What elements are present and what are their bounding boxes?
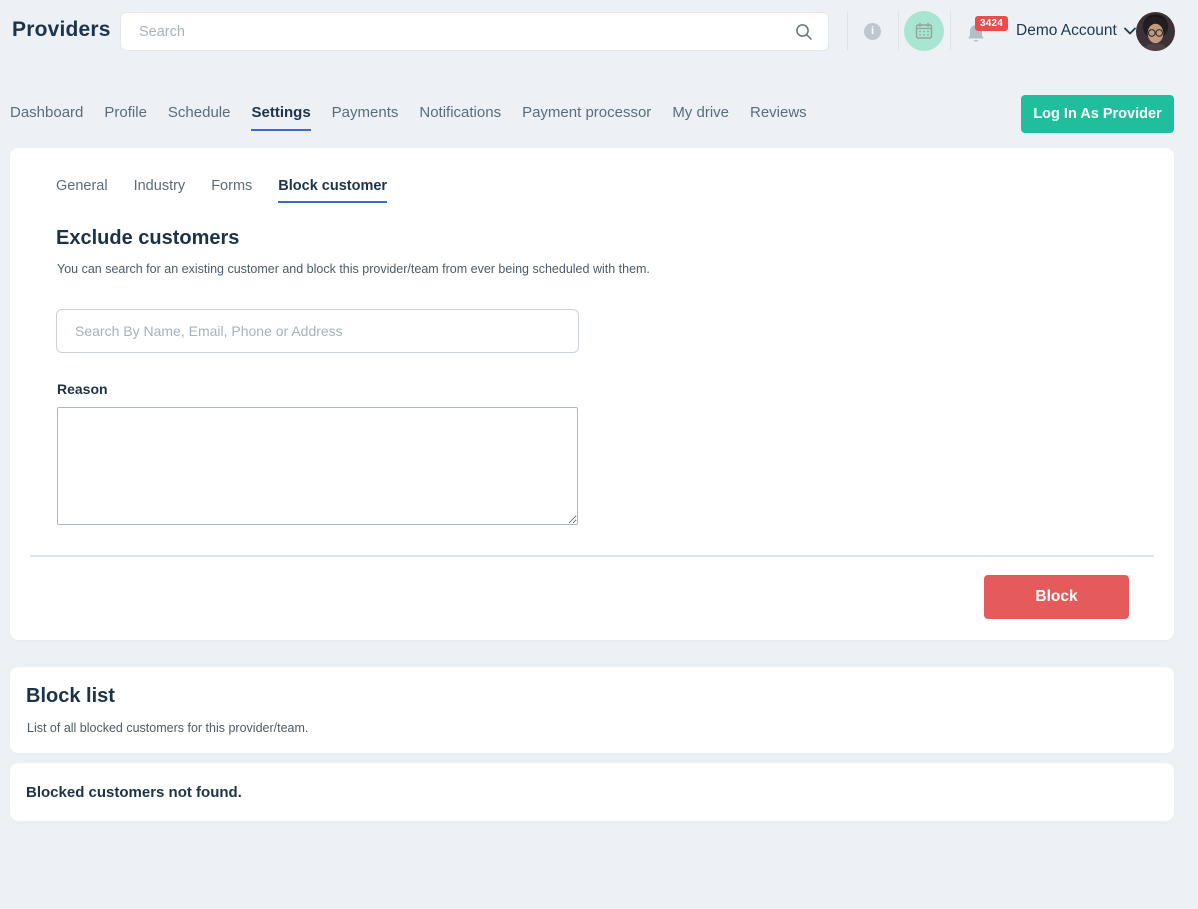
- reason-label: Reason: [57, 381, 108, 397]
- form-divider: [30, 555, 1154, 557]
- block-button[interactable]: Block: [984, 575, 1129, 619]
- block-list-empty-card: Blocked customers not found.: [10, 763, 1174, 821]
- notifications-button[interactable]: 3424: [963, 16, 1009, 48]
- global-search[interactable]: [120, 12, 829, 51]
- settings-card: General Industry Forms Block customer Ex…: [10, 148, 1174, 640]
- page-title: Providers: [12, 18, 111, 41]
- header-divider: [847, 11, 848, 50]
- nav-tab-notifications[interactable]: Notifications: [419, 104, 501, 129]
- subtab-forms[interactable]: Forms: [211, 178, 252, 203]
- nav-tab-schedule[interactable]: Schedule: [168, 104, 231, 129]
- global-search-input[interactable]: [139, 13, 789, 50]
- nav-tab-payment-processor[interactable]: Payment processor: [522, 104, 651, 129]
- block-list-heading: Block list: [26, 685, 115, 707]
- subtab-block-customer[interactable]: Block customer: [278, 178, 388, 203]
- header-divider: [898, 11, 899, 50]
- page: Providers i: [0, 0, 1198, 909]
- nav-tab-payments[interactable]: Payments: [332, 104, 399, 129]
- chevron-down-icon: [1123, 27, 1136, 35]
- block-list-empty-message: Blocked customers not found.: [26, 784, 242, 801]
- subtab-industry[interactable]: Industry: [134, 178, 186, 203]
- calendar-button[interactable]: [904, 11, 944, 51]
- provider-nav: Dashboard Profile Schedule Settings Paym…: [10, 104, 807, 131]
- reason-textarea[interactable]: [57, 407, 578, 525]
- nav-tab-dashboard[interactable]: Dashboard: [10, 104, 83, 129]
- settings-subtabs: General Industry Forms Block customer: [56, 178, 388, 203]
- search-icon: [796, 24, 812, 40]
- info-icon[interactable]: i: [864, 23, 881, 40]
- subtab-general[interactable]: General: [56, 178, 108, 203]
- account-menu[interactable]: Demo Account: [1016, 22, 1136, 40]
- nav-tab-settings[interactable]: Settings: [251, 104, 311, 131]
- account-label: Demo Account: [1016, 22, 1117, 39]
- nav-tab-reviews[interactable]: Reviews: [750, 104, 807, 129]
- avatar[interactable]: [1136, 12, 1175, 51]
- notification-badge: 3424: [975, 16, 1009, 31]
- exclude-customers-heading: Exclude customers: [56, 227, 240, 249]
- header-divider: [950, 11, 951, 50]
- nav-tab-profile[interactable]: Profile: [104, 104, 147, 129]
- exclude-customers-description: You can search for an existing customer …: [57, 262, 650, 276]
- top-header: Providers i: [0, 0, 1198, 62]
- login-as-provider-button[interactable]: Log In As Provider: [1021, 95, 1174, 133]
- customer-search-input[interactable]: [56, 309, 579, 353]
- calendar-icon: [915, 22, 933, 39]
- nav-tab-my-drive[interactable]: My drive: [672, 104, 729, 129]
- block-list-card: Block list List of all blocked customers…: [10, 667, 1174, 753]
- block-list-description: List of all blocked customers for this p…: [27, 721, 309, 735]
